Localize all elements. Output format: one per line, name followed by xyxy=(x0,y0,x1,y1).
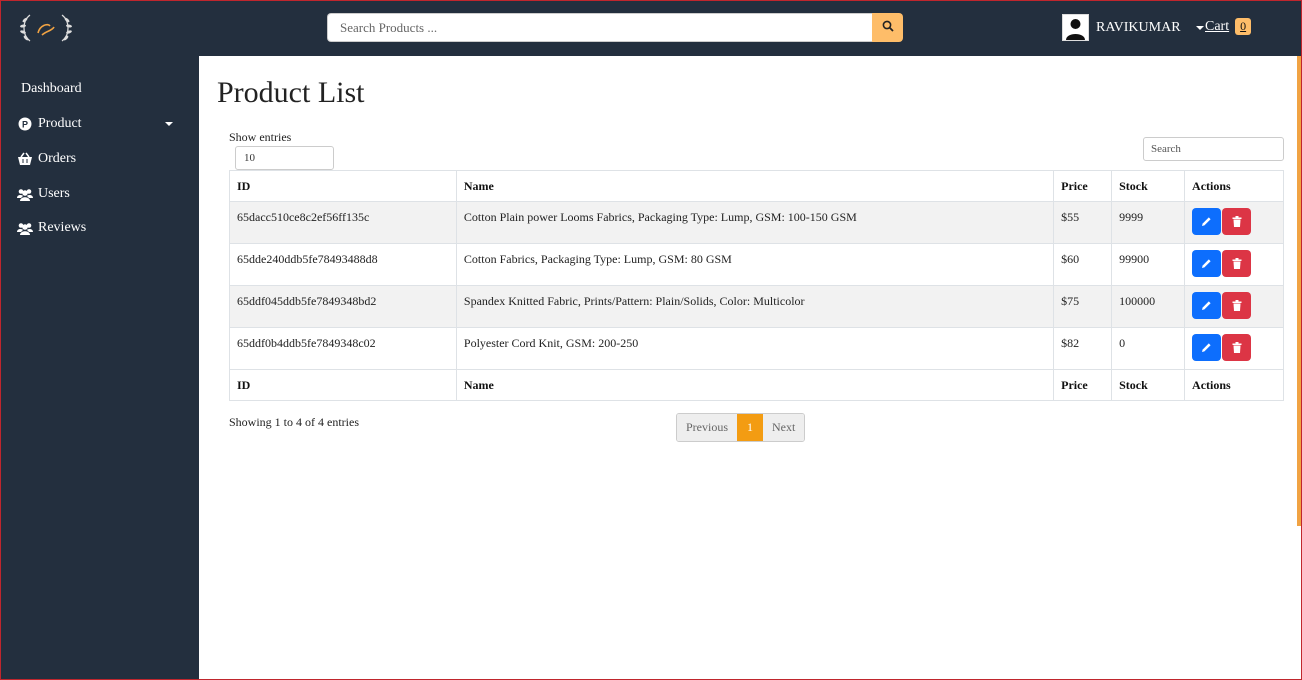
search-button[interactable] xyxy=(872,13,903,42)
sidebar-item-orders[interactable]: Orders xyxy=(17,151,76,167)
users-icon xyxy=(17,186,33,202)
cell-stock: 0 xyxy=(1111,327,1186,370)
column-footer-actions: Actions xyxy=(1184,369,1284,401)
column-footer-price: Price xyxy=(1053,369,1113,401)
column-footer-name: Name xyxy=(455,369,1055,401)
cell-stock: 9999 xyxy=(1111,201,1186,244)
column-header-stock[interactable]: Stock xyxy=(1111,170,1186,202)
sidebar-item-dashboard[interactable]: Dashboard xyxy=(21,81,82,97)
table-row: 65ddf0b4ddb5fe7849348c02 Polyester Cord … xyxy=(229,327,1284,370)
cell-name: Cotton Plain power Looms Fabrics, Packag… xyxy=(455,201,1055,244)
page-title: Product List xyxy=(217,76,365,109)
table-footer-row: ID Name Price Stock Actions xyxy=(229,369,1284,401)
search-icon xyxy=(882,19,894,37)
delete-button[interactable] xyxy=(1222,250,1252,277)
table-info: Showing 1 to 4 of 4 entries xyxy=(229,415,359,429)
sidebar-item-label: Product xyxy=(38,116,82,131)
sidebar-item-label: Reviews xyxy=(38,220,87,235)
product-search-input[interactable] xyxy=(327,13,872,42)
sidebar-item-label: Dashboard xyxy=(21,81,82,96)
sidebar: Dashboard P Product Orders Users Reviews xyxy=(0,56,199,680)
cell-id: 65ddf045ddb5fe7849348bd2 xyxy=(229,285,457,328)
cart-count-badge: 0 xyxy=(1235,18,1252,35)
sidebar-item-reviews[interactable]: Reviews xyxy=(17,220,86,236)
edit-button[interactable] xyxy=(1192,208,1222,235)
trash-icon xyxy=(1232,342,1242,353)
cell-actions xyxy=(1184,243,1284,286)
edit-button[interactable] xyxy=(1192,250,1222,277)
cell-stock: 99900 xyxy=(1111,243,1186,286)
sidebar-item-users[interactable]: Users xyxy=(17,186,70,202)
table-row: 65ddf045ddb5fe7849348bd2 Spandex Knitted… xyxy=(229,285,1284,328)
user-menu[interactable]: RAVIKUMAR xyxy=(1062,14,1204,41)
edit-button[interactable] xyxy=(1192,334,1222,361)
pencil-icon xyxy=(1202,259,1211,268)
cell-id: 65ddf0b4ddb5fe7849348c02 xyxy=(229,327,457,370)
cell-actions xyxy=(1184,327,1284,370)
pagination: Previous 1 Next xyxy=(676,413,806,442)
show-entries-label: Show entries xyxy=(229,130,292,144)
cell-stock: 100000 xyxy=(1111,285,1186,328)
sidebar-item-product[interactable]: P Product xyxy=(17,116,82,132)
avatar xyxy=(1062,14,1089,41)
delete-button[interactable] xyxy=(1222,292,1252,319)
cell-actions xyxy=(1184,285,1284,328)
svg-text:P: P xyxy=(22,120,28,130)
column-header-id[interactable]: ID xyxy=(229,170,457,202)
pagination-previous[interactable]: Previous xyxy=(677,414,737,441)
table-search-input[interactable] xyxy=(1143,137,1284,161)
trash-icon xyxy=(1232,216,1242,227)
chevron-down-icon[interactable] xyxy=(1195,25,1204,30)
delete-button[interactable] xyxy=(1222,334,1252,361)
sidebar-item-label: Users xyxy=(38,186,70,201)
chevron-down-icon[interactable] xyxy=(165,122,173,126)
cell-price: $82 xyxy=(1053,327,1113,370)
brand-logo[interactable] xyxy=(16,11,76,45)
cell-name: Spandex Knitted Fabric, Prints/Pattern: … xyxy=(455,285,1055,328)
column-header-name[interactable]: Name xyxy=(455,170,1055,202)
cell-price: $60 xyxy=(1053,243,1113,286)
pencil-icon xyxy=(1202,301,1211,310)
cell-price: $55 xyxy=(1053,201,1113,244)
column-header-actions: Actions xyxy=(1184,170,1284,202)
pagination-page-1[interactable]: 1 xyxy=(737,414,763,441)
cart-label: Cart xyxy=(1205,18,1230,34)
top-navbar: RAVIKUMAR Cart 0 xyxy=(0,0,1302,56)
scrollbar-thumb[interactable] xyxy=(1297,56,1301,526)
product-p-icon: P xyxy=(17,116,33,132)
username: RAVIKUMAR xyxy=(1096,19,1181,35)
cell-actions xyxy=(1184,201,1284,244)
column-footer-stock: Stock xyxy=(1111,369,1186,401)
main-content: Product List Show entries ID Name Price … xyxy=(199,56,1296,680)
product-table: ID Name Price Stock Actions 65dacc510ce8… xyxy=(229,170,1284,401)
trash-icon xyxy=(1232,258,1242,269)
column-footer-id: ID xyxy=(229,369,457,401)
users-icon xyxy=(17,220,33,236)
cell-id: 65dde240ddb5fe78493488d8 xyxy=(229,243,457,286)
cell-price: $75 xyxy=(1053,285,1113,328)
entries-per-page-select[interactable] xyxy=(235,146,334,170)
product-search xyxy=(327,13,903,42)
basket-icon xyxy=(17,151,33,167)
cell-name: Cotton Fabrics, Packaging Type: Lump, GS… xyxy=(455,243,1055,286)
trash-icon xyxy=(1232,300,1242,311)
column-header-price[interactable]: Price xyxy=(1053,170,1113,202)
sidebar-item-label: Orders xyxy=(38,151,77,166)
pencil-icon xyxy=(1202,343,1211,352)
pagination-next[interactable]: Next xyxy=(763,414,805,441)
table-row: 65dde240ddb5fe78493488d8 Cotton Fabrics,… xyxy=(229,243,1284,286)
table-row: 65dacc510ce8c2ef56ff135c Cotton Plain po… xyxy=(229,201,1284,244)
cart-link[interactable]: Cart 0 xyxy=(1205,18,1252,35)
pencil-icon xyxy=(1202,217,1211,226)
cell-id: 65dacc510ce8c2ef56ff135c xyxy=(229,201,457,244)
table-header-row: ID Name Price Stock Actions xyxy=(229,170,1284,202)
delete-button[interactable] xyxy=(1222,208,1252,235)
edit-button[interactable] xyxy=(1192,292,1222,319)
cell-name: Polyester Cord Knit, GSM: 200-250 xyxy=(455,327,1055,370)
